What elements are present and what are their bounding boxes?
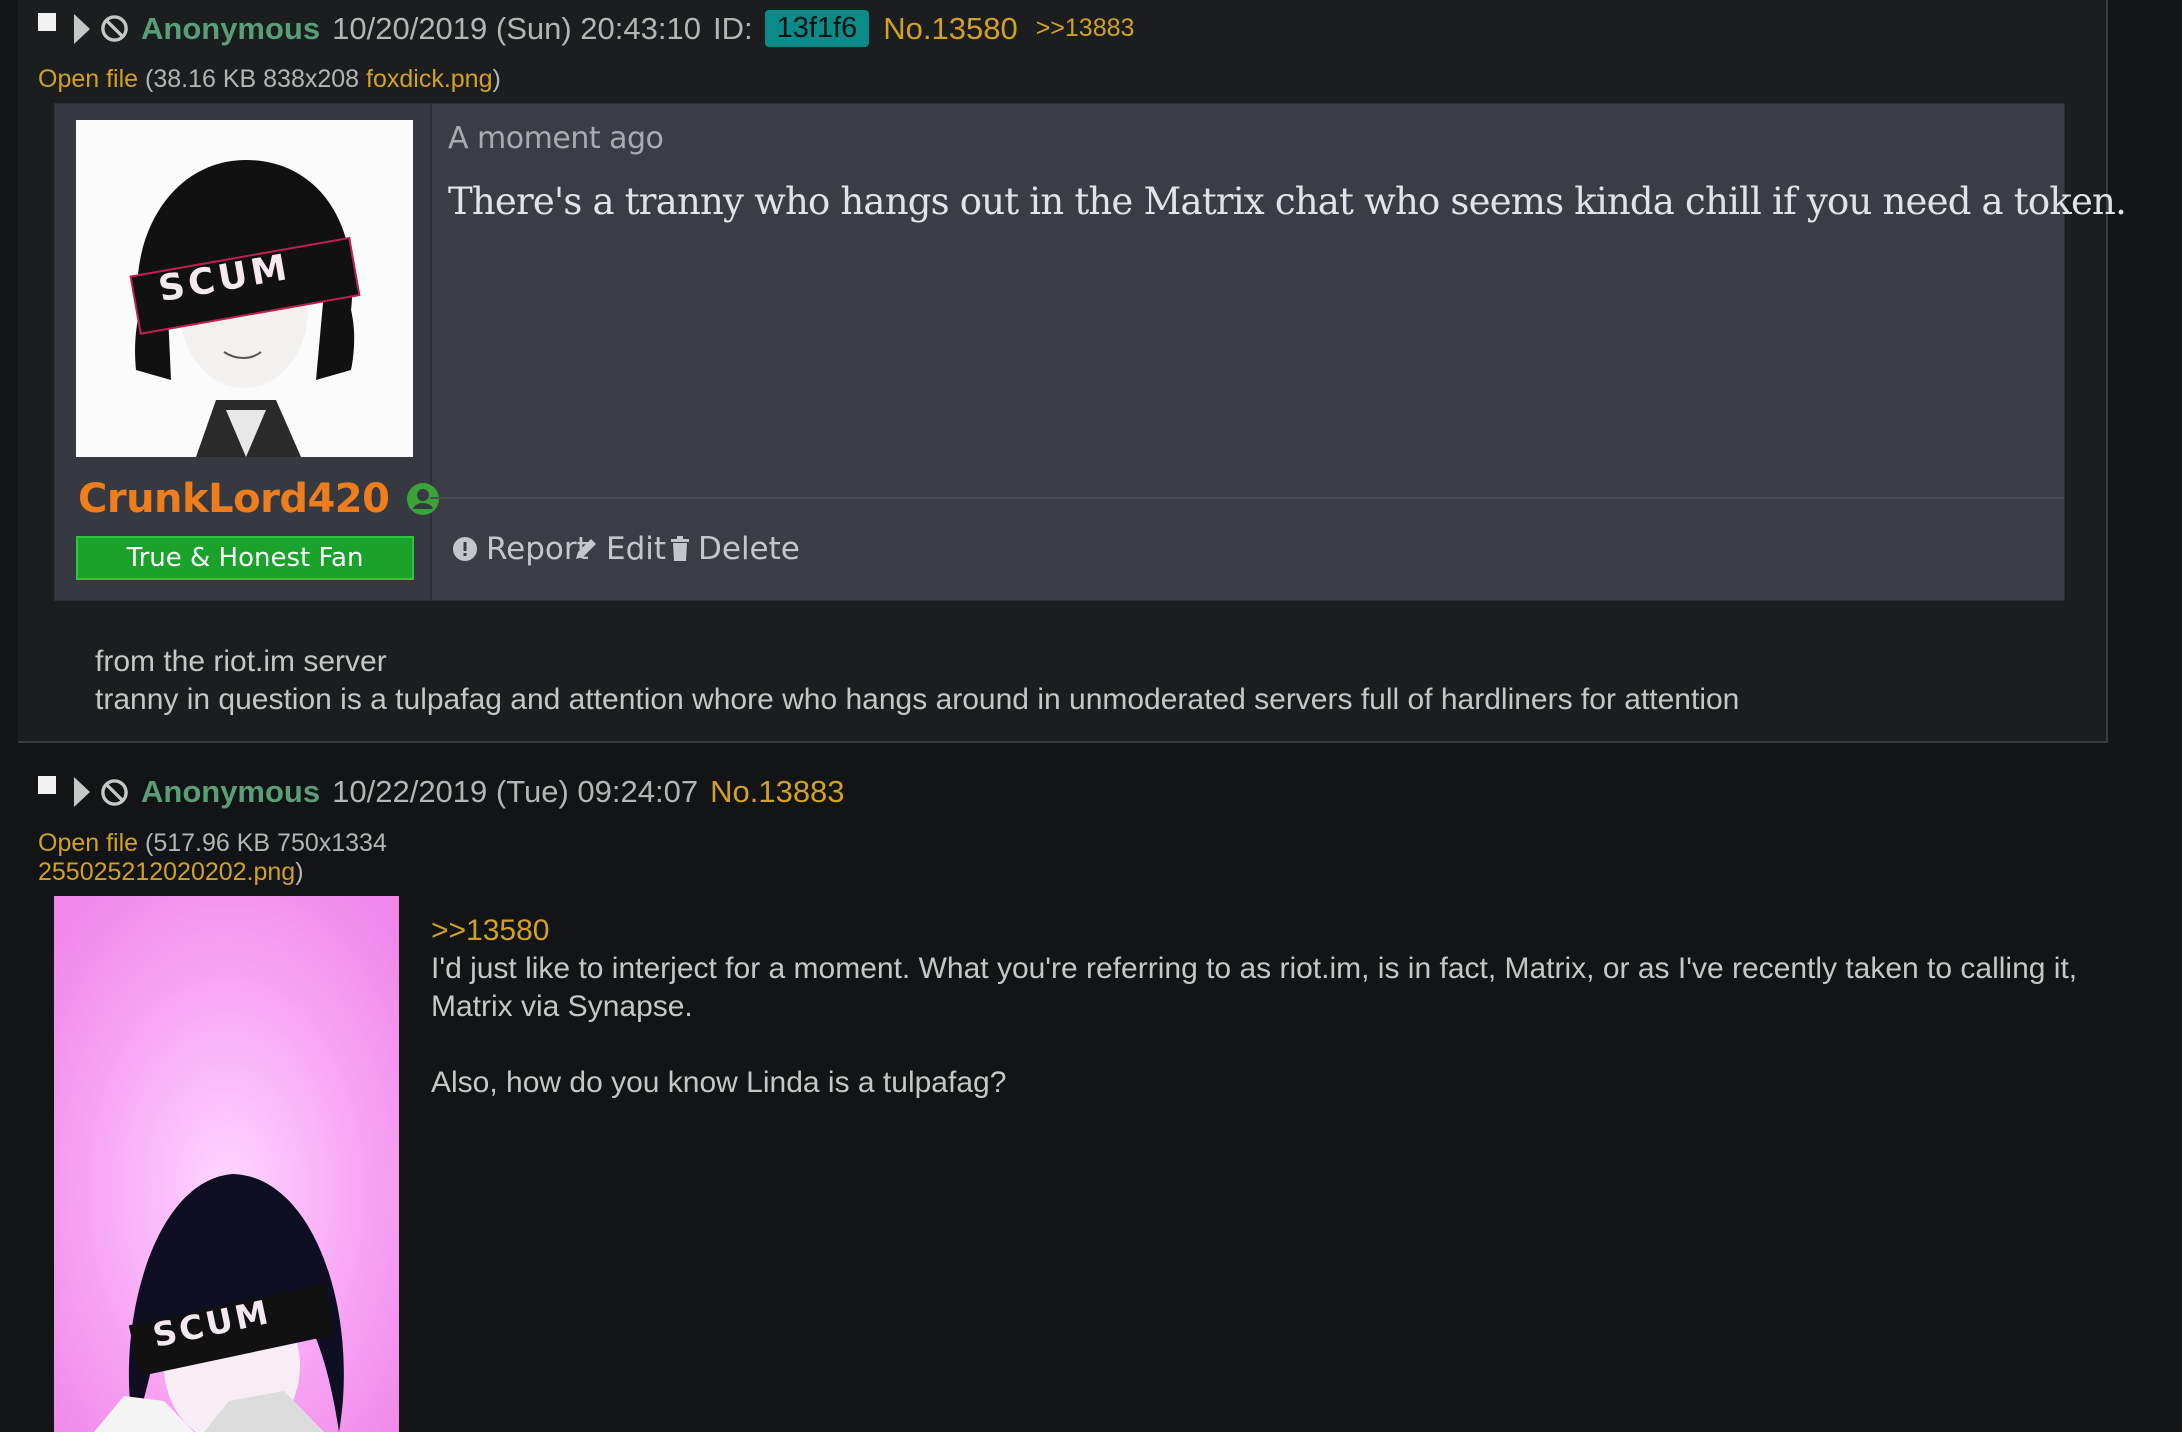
checkbox-icon[interactable] — [38, 12, 56, 31]
post-header: Anonymous 10/20/2019 (Sun) 20:43:10 ID: … — [38, 10, 1134, 47]
post-body: from the riot.im server tranny in questi… — [95, 643, 1739, 719]
file-meta: (38.16 KB 838x208 — [138, 65, 367, 93]
user-panel: SCUM CrunkLord420 True & Honest Fan — [55, 104, 440, 600]
username[interactable]: CrunkLord420 — [78, 476, 441, 522]
role-badge: True & Honest Fan — [76, 536, 414, 580]
file-meta-close: ) — [295, 858, 304, 886]
post-date: 10/20/2019 (Sun) 20:43:10 — [332, 10, 701, 46]
post-number-link[interactable]: No.13580 — [883, 11, 1017, 47]
edit-button[interactable]: Edit — [574, 531, 666, 567]
post-body: >>13580 I'd just like to interject for a… — [431, 912, 2151, 1102]
post-header: Anonymous 10/22/2019 (Tue) 09:24:07 No.1… — [38, 774, 863, 810]
quote-link[interactable]: >>13580 — [431, 912, 2151, 950]
hide-post-icon[interactable] — [100, 14, 129, 43]
message-actions: Report Edit Delete — [430, 497, 2064, 602]
file-name-link[interactable]: 255025212020202.png — [38, 858, 295, 886]
file-name-link[interactable]: foxdick.png — [366, 65, 492, 93]
delete-label: Delete — [698, 531, 800, 567]
report-button[interactable]: Report — [452, 531, 589, 567]
open-file-link[interactable]: Open file — [38, 829, 138, 857]
backlink[interactable]: >>13883 — [1036, 14, 1135, 43]
hide-post-icon[interactable] — [100, 778, 129, 807]
file-info: Open file (517.96 KB 750x1334 25502521202… — [38, 829, 387, 887]
file-meta: (517.96 KB 750x1334 — [138, 829, 387, 857]
post-body-line: from the riot.im server — [95, 645, 387, 678]
poster-id-badge[interactable]: 13f1f6 — [764, 10, 870, 47]
post-body-paragraph: I'd just like to interject for a moment.… — [431, 952, 2078, 1023]
chat-message-text: There's a tranny who hangs out in the Ma… — [448, 180, 2127, 223]
file-meta-close: ) — [492, 65, 501, 93]
post-body-paragraph: Also, how do you know Linda is a tulpafa… — [431, 1066, 1007, 1099]
edit-label: Edit — [606, 531, 667, 567]
delete-button[interactable]: Delete — [670, 531, 800, 567]
delete-icon — [671, 536, 689, 561]
post-body-line: tranny in question is a tulpafag and att… — [95, 683, 1740, 716]
file-info: Open file (38.16 KB 838x208 foxdick.png) — [38, 65, 501, 94]
avatar: SCUM — [76, 120, 413, 457]
poster-name: Anonymous — [141, 10, 321, 46]
poster-name: Anonymous — [141, 774, 321, 809]
post-image-thumbnail[interactable]: SCUM — [54, 896, 399, 1432]
edit-icon — [576, 539, 596, 559]
report-icon — [453, 537, 477, 561]
message-timestamp: A moment ago — [448, 121, 664, 156]
open-file-link[interactable]: Open file — [38, 65, 138, 93]
username-text: CrunkLord420 — [78, 476, 390, 522]
post-number-link[interactable]: No.13883 — [710, 774, 844, 810]
checkbox-icon[interactable] — [38, 776, 56, 794]
expand-triangle-icon[interactable] — [74, 13, 90, 44]
expand-triangle-icon[interactable] — [74, 777, 90, 807]
id-label: ID: — [712, 10, 753, 46]
post-date: 10/22/2019 (Tue) 09:24:07 — [332, 774, 699, 809]
chat-screenshot-image[interactable]: SCUM CrunkLord420 True & Honest Fan A mo… — [54, 103, 2127, 602]
